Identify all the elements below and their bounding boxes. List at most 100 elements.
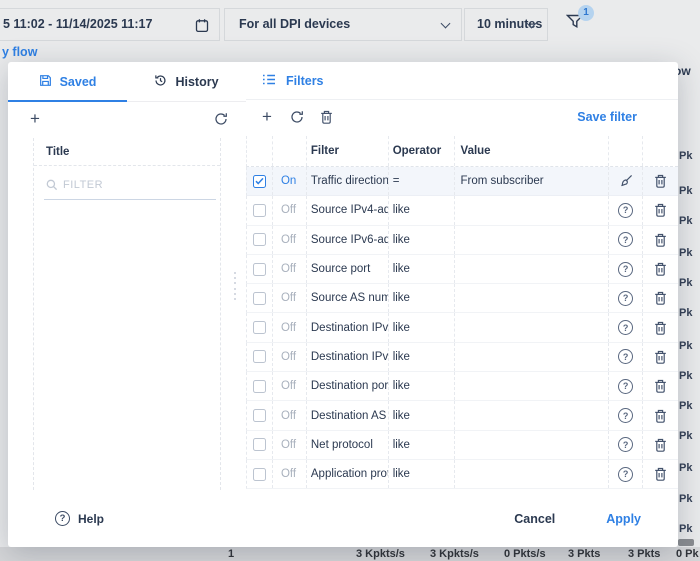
row-value[interactable]	[455, 372, 610, 400]
row-enable-checkbox[interactable]	[247, 460, 273, 488]
row-delete-icon[interactable]	[643, 226, 678, 254]
row-enable-checkbox[interactable]	[247, 284, 273, 312]
bg-summary-value: 3 Kpkts/s	[430, 547, 479, 561]
cancel-button[interactable]: Cancel	[514, 512, 555, 526]
row-delete-icon[interactable]	[643, 460, 678, 488]
row-enable-checkbox[interactable]	[247, 372, 273, 400]
row-operator[interactable]: like	[389, 343, 455, 371]
filters-panel: Filters + Save filter	[246, 62, 678, 490]
row-delete-icon[interactable]	[643, 167, 678, 195]
row-operator[interactable]: like	[389, 372, 455, 400]
row-value[interactable]	[455, 431, 610, 459]
apply-button[interactable]: Apply	[606, 512, 641, 526]
delete-all-icon[interactable]	[320, 110, 333, 129]
row-delete-icon[interactable]	[643, 343, 678, 371]
row-state-label: Off	[273, 460, 307, 488]
row-filter-name: Traffic direction	[307, 167, 389, 195]
row-state-label: Off	[273, 284, 307, 312]
row-operator[interactable]: like	[389, 401, 455, 429]
value-help-icon[interactable]: ?	[609, 284, 643, 312]
bg-value-fragment: Pk	[679, 400, 692, 412]
row-operator[interactable]: like	[389, 226, 455, 254]
value-help-icon[interactable]: ?	[609, 431, 643, 459]
row-filter-name: Source AS number	[307, 284, 389, 312]
row-delete-icon[interactable]	[643, 255, 678, 283]
bg-summary-value: 1	[228, 547, 234, 561]
row-value[interactable]	[455, 284, 610, 312]
row-value[interactable]	[455, 255, 610, 283]
filter-row: OffDestination IPv6-alike?	[246, 343, 678, 372]
row-filter-name: Destination IPv4-a	[307, 313, 389, 341]
list-icon	[262, 72, 276, 90]
row-operator[interactable]: like	[389, 255, 455, 283]
row-enable-checkbox[interactable]	[247, 255, 273, 283]
value-help-icon[interactable]: ?	[609, 255, 643, 283]
row-value[interactable]	[455, 401, 610, 429]
tab-saved[interactable]: Saved	[8, 62, 127, 101]
row-value[interactable]	[455, 343, 610, 371]
interval-select[interactable]: 10 minutes	[464, 8, 548, 41]
saved-title-column-header: Title	[34, 138, 220, 166]
row-state-label: Off	[273, 431, 307, 459]
value-help-icon[interactable]: ?	[609, 343, 643, 371]
value-help-icon[interactable]: ?	[609, 196, 643, 224]
flow-breadcrumb-link[interactable]: y flow	[2, 45, 37, 59]
tab-history-label: History	[175, 75, 218, 89]
row-delete-icon[interactable]	[643, 372, 678, 400]
row-delete-icon[interactable]	[643, 401, 678, 429]
row-enable-checkbox[interactable]	[247, 313, 273, 341]
row-enable-checkbox[interactable]	[247, 343, 273, 371]
row-value[interactable]	[455, 226, 610, 254]
value-help-icon[interactable]: ?	[609, 226, 643, 254]
row-enable-checkbox[interactable]	[247, 226, 273, 254]
add-saved-filter-button[interactable]: +	[30, 109, 40, 129]
help-button[interactable]: ? Help	[55, 511, 104, 526]
dialog-footer: ? Help Cancel Apply	[8, 490, 678, 547]
value-help-icon[interactable]: ?	[609, 372, 643, 400]
filter-count-badge: 1	[578, 5, 594, 21]
row-delete-icon[interactable]	[643, 431, 678, 459]
row-delete-icon[interactable]	[643, 196, 678, 224]
row-operator[interactable]: like	[389, 460, 455, 488]
refresh-icon[interactable]	[290, 110, 304, 129]
calendar-icon	[195, 18, 209, 38]
row-state-label: Off	[273, 255, 307, 283]
row-enable-checkbox[interactable]	[247, 401, 273, 429]
add-filter-button[interactable]: +	[262, 107, 272, 127]
row-enable-checkbox[interactable]	[247, 431, 273, 459]
filter-row: OffSource portlike?	[246, 255, 678, 284]
panel-splitter[interactable]	[231, 272, 239, 300]
row-operator[interactable]: like	[389, 313, 455, 341]
value-help-icon[interactable]: ?	[609, 460, 643, 488]
horizontal-scrollbar[interactable]	[678, 539, 694, 546]
row-enable-checkbox[interactable]	[247, 196, 273, 224]
history-icon	[154, 74, 167, 90]
row-value[interactable]	[455, 196, 610, 224]
row-delete-icon[interactable]	[643, 313, 678, 341]
device-select[interactable]: For all DPI devices	[224, 8, 462, 41]
row-operator[interactable]: like	[389, 284, 455, 312]
filter-row: OffApplication protocollike?	[246, 460, 678, 489]
row-state-label: Off	[273, 343, 307, 371]
clear-value-icon[interactable]	[609, 167, 643, 195]
help-icon: ?	[55, 511, 70, 526]
filter-rows: OnTraffic direction=From subscriberOffSo…	[246, 167, 678, 489]
saved-filter-search-input[interactable]	[44, 170, 216, 200]
row-value[interactable]	[455, 460, 610, 488]
row-operator[interactable]: =	[389, 167, 455, 195]
row-value[interactable]: From subscriber	[455, 167, 610, 195]
row-operator[interactable]: like	[389, 196, 455, 224]
row-delete-icon[interactable]	[643, 284, 678, 312]
screen: 5 11:02 - 11/14/2025 11:17 For all DPI d…	[0, 0, 700, 561]
date-range-field[interactable]: 5 11:02 - 11/14/2025 11:17	[0, 8, 220, 41]
save-filter-button[interactable]: Save filter	[577, 110, 637, 124]
value-help-icon[interactable]: ?	[609, 313, 643, 341]
header-delete-column	[643, 136, 678, 166]
row-operator[interactable]: like	[389, 431, 455, 459]
filters-dialog: Saved History +	[8, 62, 678, 547]
row-value[interactable]	[455, 313, 610, 341]
refresh-icon[interactable]	[214, 112, 228, 131]
tab-history[interactable]: History	[127, 62, 246, 101]
row-enable-checkbox[interactable]	[247, 167, 273, 195]
value-help-icon[interactable]: ?	[609, 401, 643, 429]
